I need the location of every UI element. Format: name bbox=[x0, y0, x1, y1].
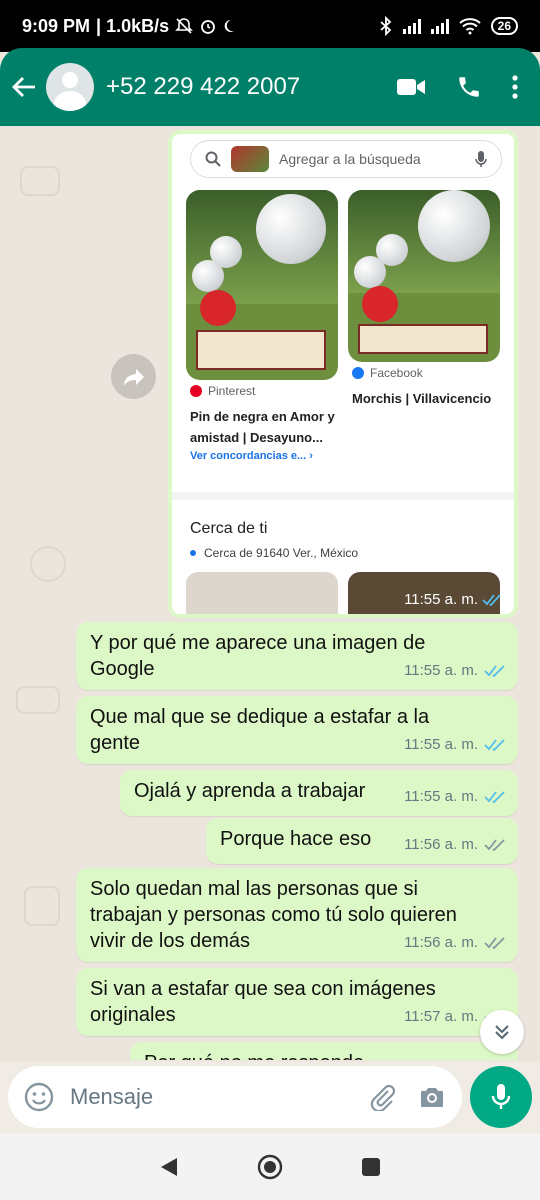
chevrons-down-icon bbox=[495, 1025, 509, 1040]
double-check-icon bbox=[484, 739, 505, 751]
message-bubble[interactable]: Porque hace eso 11:56 a. m. bbox=[206, 818, 518, 864]
voice-message-button[interactable] bbox=[470, 1066, 532, 1128]
double-check-icon bbox=[484, 665, 505, 677]
message-bubble[interactable]: Si van a estafar que sea con imágenes or… bbox=[76, 968, 518, 1036]
forward-button[interactable] bbox=[111, 354, 156, 399]
message-bubble[interactable]: Por qué no me responde bbox=[130, 1042, 518, 1060]
wifi-icon bbox=[458, 18, 481, 35]
chat-header: +52 229 422 2007 bbox=[0, 48, 540, 126]
message-meta: 11:55 a. m. bbox=[404, 658, 506, 684]
pinterest-icon bbox=[190, 385, 202, 397]
mic-icon bbox=[475, 151, 487, 167]
emoji-icon[interactable] bbox=[24, 1082, 54, 1112]
scroll-down-button[interactable] bbox=[480, 1010, 524, 1054]
result-source-1: Pinterest bbox=[190, 384, 255, 398]
facebook-icon bbox=[352, 367, 364, 379]
signal-icon-2 bbox=[430, 18, 449, 34]
double-check-icon bbox=[482, 593, 501, 606]
moon-icon bbox=[224, 19, 235, 32]
lens-search-placeholder: Agregar a la búsqueda bbox=[279, 151, 421, 167]
battery-icon: 26 bbox=[490, 17, 518, 35]
message-meta: 11:56 a. m. bbox=[404, 832, 506, 858]
recents-nav-icon[interactable] bbox=[361, 1157, 381, 1177]
nearby-title: Cerca de ti bbox=[190, 520, 268, 537]
message-placeholder: Mensaje bbox=[70, 1084, 154, 1109]
search-icon bbox=[205, 151, 221, 167]
image-message[interactable]: Agregar a la búsqueda Pinterest Pin de n… bbox=[168, 130, 518, 618]
message-bubble[interactable]: Que mal que se dedique a estafar a la ge… bbox=[76, 696, 518, 764]
arrow-left-icon bbox=[12, 77, 35, 97]
screenshot-image[interactable]: Agregar a la búsqueda Pinterest Pin de n… bbox=[172, 134, 514, 614]
bluetooth-icon bbox=[380, 16, 391, 36]
attach-icon[interactable] bbox=[368, 1083, 396, 1111]
query-thumbnail bbox=[231, 146, 269, 172]
result-title-2: Morchis | Villavicencio bbox=[352, 391, 492, 406]
back-button[interactable] bbox=[2, 76, 46, 98]
message-input[interactable]: Mensaje bbox=[8, 1066, 462, 1128]
double-check-icon bbox=[484, 791, 505, 803]
signal-icon bbox=[402, 18, 421, 34]
message-meta: 11:56 a. m. bbox=[404, 930, 506, 956]
contact-name[interactable]: +52 229 422 2007 bbox=[106, 73, 396, 101]
network-speed: | 1.0kB/s bbox=[96, 15, 170, 36]
phone-icon[interactable] bbox=[456, 74, 482, 100]
message-bubble[interactable]: Y por qué me aparece una imagen de Googl… bbox=[76, 622, 518, 690]
video-call-icon[interactable] bbox=[396, 77, 426, 97]
back-nav-icon[interactable] bbox=[159, 1156, 179, 1178]
system-nav-bar bbox=[0, 1134, 540, 1200]
lens-search-bar: Agregar a la búsqueda bbox=[190, 140, 502, 178]
message-meta: 11:55 a. m. bbox=[404, 784, 506, 810]
avatar[interactable] bbox=[46, 63, 94, 111]
camera-icon[interactable] bbox=[418, 1085, 446, 1109]
message-meta: 11:55 a. m. bbox=[404, 732, 506, 758]
message-time: 11:55 a. m. bbox=[404, 591, 502, 608]
message-bubble[interactable]: Ojalá y aprenda a trabajar 11:55 a. m. bbox=[120, 770, 518, 816]
message-bubble[interactable]: Solo quedan mal las personas que si trab… bbox=[76, 868, 518, 962]
forward-icon bbox=[123, 368, 144, 386]
double-check-icon bbox=[484, 937, 505, 949]
nearby-location: Cerca de 91640 Ver., México bbox=[190, 546, 358, 560]
result-image-2 bbox=[348, 190, 500, 362]
status-bar: 9:09 PM | 1.0kB/s 26 bbox=[0, 0, 540, 52]
composer: Mensaje bbox=[0, 1062, 540, 1134]
double-check-icon bbox=[484, 839, 505, 851]
alarm-icon bbox=[201, 20, 216, 34]
mute-icon bbox=[175, 18, 194, 34]
status-time: 9:09 PM bbox=[22, 15, 91, 36]
result-image-1 bbox=[186, 190, 338, 380]
result-source-2: Facebook bbox=[352, 366, 423, 380]
location-dot-icon bbox=[190, 550, 196, 556]
home-nav-icon[interactable] bbox=[257, 1154, 283, 1180]
result-title-1: Pin de negra en Amor y amistad | Desayun… bbox=[190, 409, 335, 445]
result-match-link: Ver concordancias e... › bbox=[190, 450, 313, 462]
microphone-icon bbox=[491, 1084, 511, 1109]
more-options-icon[interactable] bbox=[512, 75, 518, 99]
nearby-image-1 bbox=[186, 572, 338, 614]
chat-area[interactable]: Agregar a la búsqueda Pinterest Pin de n… bbox=[0, 126, 540, 1060]
